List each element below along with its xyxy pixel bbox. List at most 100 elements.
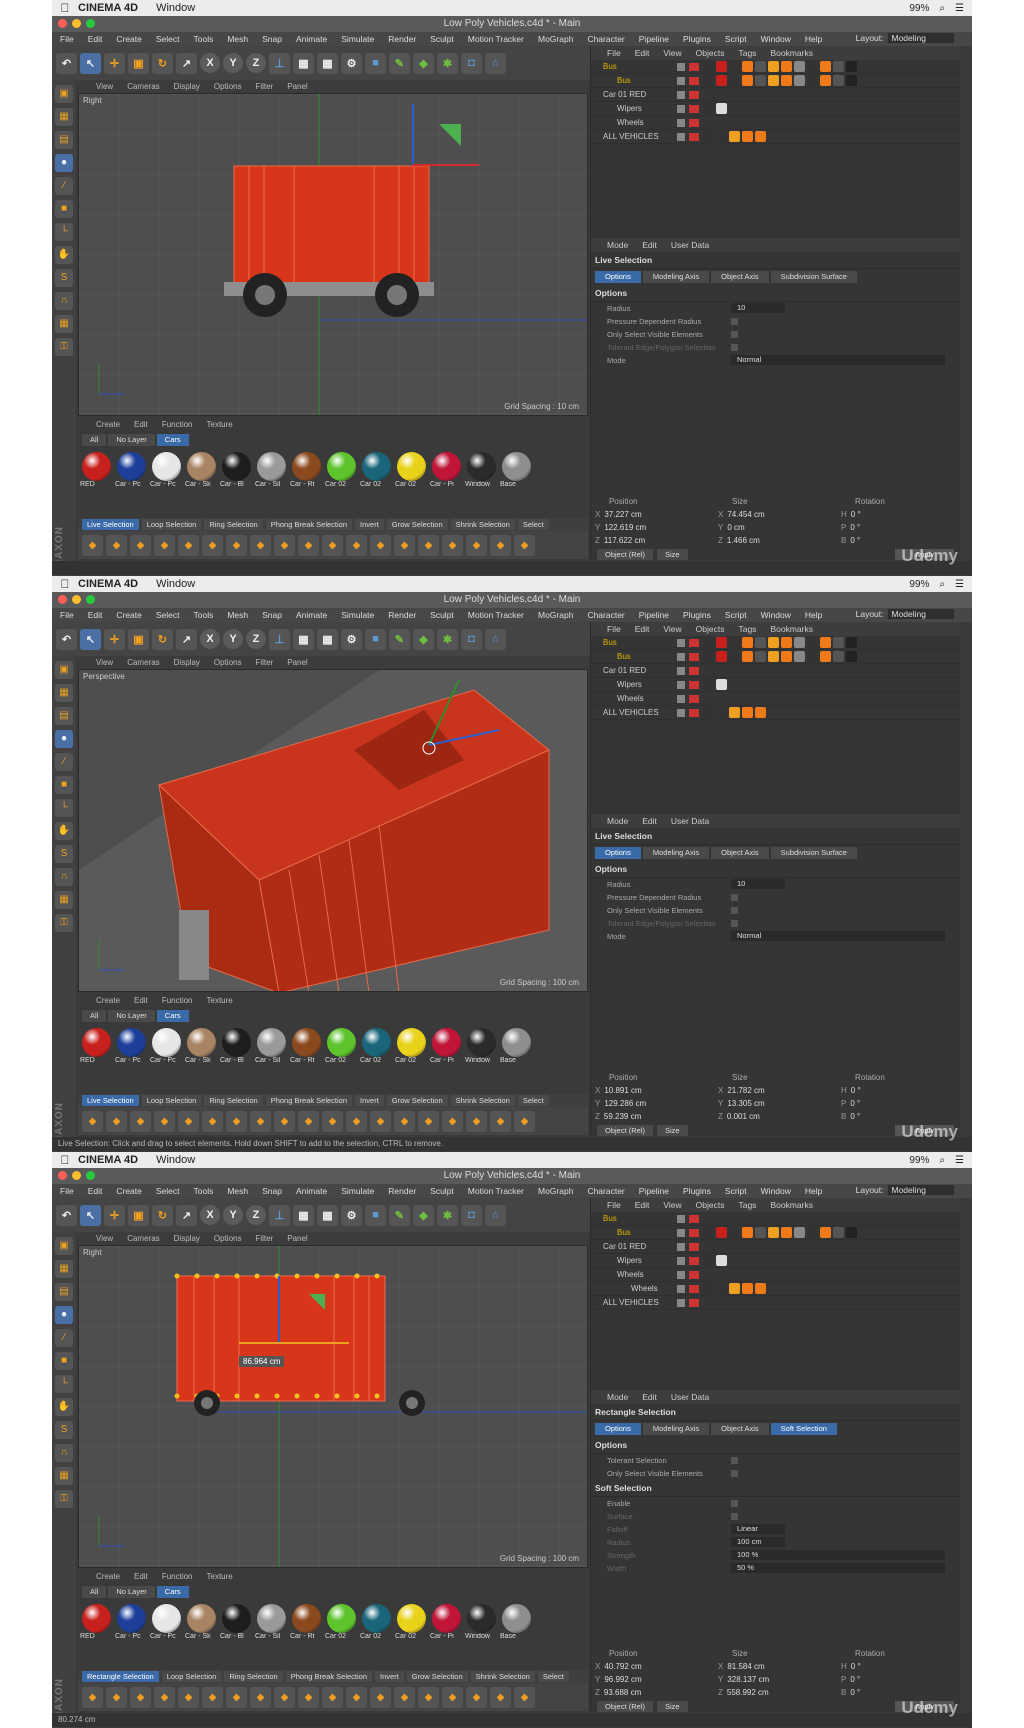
material-tag[interactable]	[742, 61, 753, 72]
menu-script[interactable]: Script	[725, 34, 747, 44]
undo-icon[interactable]: ↶	[56, 1204, 77, 1226]
coordinate-value[interactable]: 96.992 cm	[604, 1675, 641, 1684]
menu-edit[interactable]: Edit	[88, 610, 103, 620]
attribute-menu-mode[interactable]: Mode	[607, 814, 628, 828]
viewport-menu-display[interactable]: Display	[174, 82, 200, 91]
attribute-tab[interactable]: Options	[595, 271, 641, 283]
material-tab[interactable]: No Layer	[108, 434, 155, 446]
subdivide-icon[interactable]: ◆	[514, 534, 535, 556]
selection-tool-tab[interactable]: Ring Selection	[204, 1095, 263, 1106]
menu-mesh[interactable]: Mesh	[227, 1186, 248, 1196]
selection-tool-tab[interactable]: Live Selection	[82, 519, 139, 530]
attribute-tab[interactable]: Subdivision Surface	[770, 271, 857, 283]
object-menu-bookmarks[interactable]: Bookmarks	[770, 46, 813, 60]
menu-mesh[interactable]: Mesh	[227, 610, 248, 620]
scale-icon[interactable]: ▣	[128, 1204, 149, 1226]
material-tag[interactable]	[820, 75, 831, 86]
material-swatch[interactable]: Car - Sk	[185, 1028, 217, 1066]
material-swatch[interactable]: Car - Pc	[115, 1028, 147, 1066]
coordinate-value[interactable]: 10.891 cm	[604, 1086, 641, 1095]
menu-select[interactable]: Select	[156, 1186, 180, 1196]
texture-icon[interactable]: ▤	[55, 707, 73, 725]
apple-icon[interactable]: 	[52, 1153, 78, 1167]
menu-help[interactable]: Help	[805, 610, 822, 620]
weld-icon[interactable]: ◆	[274, 1686, 295, 1708]
coordinate-field[interactable]: X 37.227 cm	[591, 508, 714, 521]
attribute-checkbox[interactable]	[731, 1457, 738, 1464]
visibility-flags[interactable]	[677, 667, 699, 675]
selection-tool-tab[interactable]: Ring Selection	[204, 519, 263, 530]
bevel-icon[interactable]: ◆	[202, 1110, 223, 1132]
material-swatch[interactable]: Car 02	[325, 452, 357, 490]
object-menu-objects[interactable]: Objects	[696, 1198, 725, 1212]
snap-icon[interactable]: S	[55, 1421, 73, 1439]
object-row[interactable]: Wipers	[591, 1254, 960, 1268]
make-editable-icon[interactable]: ▣	[55, 85, 73, 103]
attribute-checkbox[interactable]	[731, 344, 738, 351]
object-name[interactable]: Wipers	[617, 102, 642, 116]
selection-tool-tab[interactable]: Select	[517, 519, 549, 530]
coordinate-field[interactable]: Y 96.992 cm	[591, 1673, 714, 1686]
object-menu-edit[interactable]: Edit	[635, 46, 650, 60]
material-tag[interactable]	[729, 61, 740, 72]
material-tag[interactable]	[807, 61, 818, 72]
menu-animate[interactable]: Animate	[296, 1186, 327, 1196]
menu-mograph[interactable]: MoGraph	[538, 34, 573, 44]
material-tag[interactable]	[703, 679, 714, 690]
magnet-icon[interactable]: ∩	[55, 292, 73, 310]
viewport-menu-cameras[interactable]: Cameras	[127, 1234, 159, 1243]
object-menu-tags[interactable]: Tags	[738, 1198, 756, 1212]
workplane-icon[interactable]: ▦	[55, 315, 73, 333]
magnet-icon[interactable]: ◆	[226, 1110, 247, 1132]
window-menu[interactable]: Window	[156, 2, 195, 14]
viewport-menu-filter[interactable]: Filter	[255, 1234, 273, 1243]
object-row[interactable]: Bus	[591, 60, 960, 74]
menu-select[interactable]: Select	[156, 34, 180, 44]
attribute-value[interactable]: 10	[731, 303, 785, 313]
material-tag[interactable]	[755, 1283, 766, 1294]
tweak-icon[interactable]: ✋	[55, 1398, 73, 1416]
visibility-flags[interactable]	[677, 639, 699, 647]
mirror-icon[interactable]: ◆	[346, 1686, 367, 1708]
coordinate-mode-select[interactable]: Object (Rel)	[597, 1125, 654, 1136]
coord-icon[interactable]: ⊥	[269, 52, 290, 74]
selection-tool-tab[interactable]: Loop Selection	[141, 1095, 202, 1106]
object-menu-objects[interactable]: Objects	[696, 622, 725, 636]
z-axis-icon[interactable]: Z	[246, 53, 266, 73]
menu-tools[interactable]: Tools	[194, 610, 214, 620]
menu-file[interactable]: File	[60, 610, 74, 620]
material-tag[interactable]	[742, 637, 753, 648]
menu-character[interactable]: Character	[587, 1186, 624, 1196]
material-tag[interactable]	[716, 637, 727, 648]
attribute-tab[interactable]: Modeling Axis	[642, 1423, 710, 1435]
material-tag[interactable]	[768, 651, 779, 662]
viewport-menu-options[interactable]: Options	[214, 658, 242, 667]
menu-mograph[interactable]: MoGraph	[538, 1186, 573, 1196]
rotate-icon[interactable]: ↻	[152, 52, 173, 74]
attribute-value[interactable]: Normal	[731, 355, 945, 365]
material-tag[interactable]	[846, 651, 857, 662]
viewport-menu-filter[interactable]: Filter	[255, 658, 273, 667]
undo-icon[interactable]: ↶	[56, 52, 77, 74]
visibility-flags[interactable]	[677, 1271, 699, 1279]
selection-tool-tab[interactable]: Phong Break Selection	[265, 1095, 353, 1106]
material-tag[interactable]	[781, 75, 792, 86]
attribute-menu-mode[interactable]: Mode	[607, 1390, 628, 1404]
coordinate-value[interactable]: 13.305 cm	[727, 1099, 764, 1108]
material-swatch[interactable]: Car 02	[325, 1604, 357, 1642]
material-menu-function[interactable]: Function	[162, 1572, 193, 1582]
object-menu-bookmarks[interactable]: Bookmarks	[770, 1198, 813, 1212]
attribute-checkbox[interactable]	[731, 907, 738, 914]
cube-icon[interactable]: ■	[365, 1204, 386, 1226]
make-editable-icon[interactable]: ▣	[55, 661, 73, 679]
menu-motion-tracker[interactable]: Motion Tracker	[468, 610, 524, 620]
scene-icon[interactable]: ⌂	[485, 52, 506, 74]
menu-select[interactable]: Select	[156, 610, 180, 620]
menu-pipeline[interactable]: Pipeline	[639, 34, 669, 44]
iron-icon[interactable]: ◆	[322, 1686, 343, 1708]
material-tag[interactable]	[794, 75, 805, 86]
material-swatch[interactable]: Window	[465, 452, 497, 490]
selection-tool-tab[interactable]: Ring Selection	[224, 1671, 283, 1682]
menu-character[interactable]: Character	[587, 610, 624, 620]
checker-icon[interactable]: ▦	[55, 684, 73, 702]
